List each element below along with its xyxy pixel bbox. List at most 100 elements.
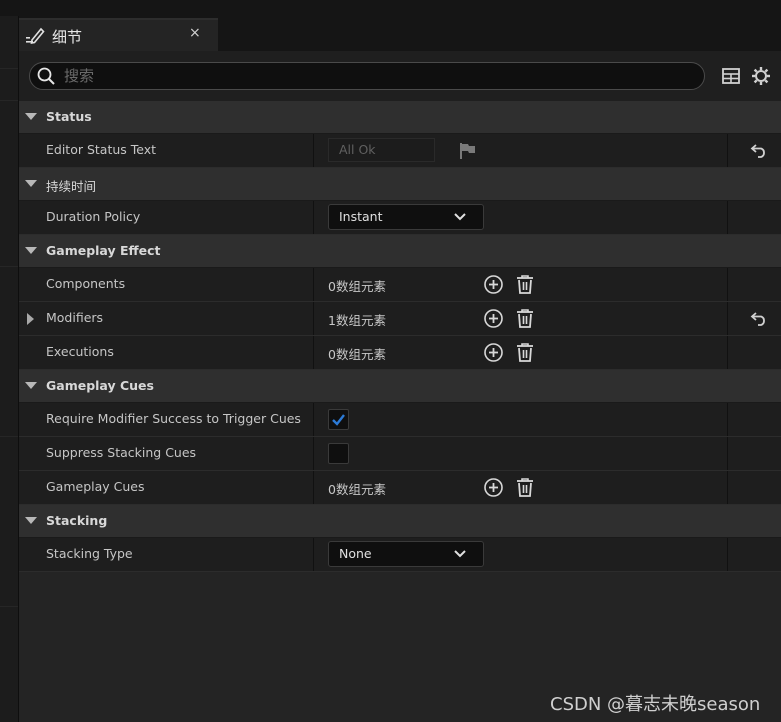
left-panel-divider (0, 266, 18, 267)
property-name-cell: Components (19, 268, 314, 301)
expand-arrow-icon[interactable] (27, 313, 34, 325)
reset-cell (728, 471, 781, 504)
category-label: Gameplay Effect (46, 243, 161, 258)
trash-icon[interactable] (515, 308, 535, 329)
details-panel: Status Editor Status Text All Ok (19, 51, 781, 722)
dropdown-value: None (339, 546, 372, 561)
property-row-editor-status: Editor Status Text All Ok (19, 134, 781, 168)
require-modifier-checkbox[interactable] (328, 409, 349, 430)
category-label: 持续时间 (46, 179, 97, 194)
checkmark-icon (332, 414, 345, 426)
dropdown-value: Instant (339, 209, 383, 224)
collapse-caret-icon[interactable] (25, 113, 37, 120)
property-name: Require Modifier Success to Trigger Cues (46, 411, 301, 426)
add-element-icon[interactable] (483, 308, 504, 329)
property-name-cell: Duration Policy (19, 201, 314, 234)
left-panel-divider (0, 100, 18, 101)
array-count: 0数组元素 (328, 482, 386, 497)
category-label: Stacking (46, 513, 108, 528)
property-name: Executions (46, 344, 114, 359)
category-gameplay-cues[interactable]: Gameplay Cues (19, 370, 781, 403)
category-label: Status (46, 109, 92, 124)
details-tab[interactable]: 细节 × (19, 18, 218, 51)
duration-policy-dropdown[interactable]: Instant (328, 204, 484, 230)
property-row-stacking-type: Stacking Type None (19, 538, 781, 572)
reset-cell (728, 336, 781, 369)
reset-cell (728, 201, 781, 234)
property-value-cell: Instant (314, 201, 728, 234)
collapse-caret-icon[interactable] (25, 247, 37, 254)
property-row-require-modifier-success: Require Modifier Success to Trigger Cues (19, 403, 781, 437)
category-label: Gameplay Cues (46, 378, 154, 393)
reset-cell (728, 134, 781, 167)
search-box[interactable] (29, 62, 705, 90)
add-element-icon[interactable] (483, 342, 504, 363)
category-status[interactable]: Status (19, 101, 781, 134)
flag-icon (460, 143, 475, 159)
property-row-executions: Executions 0数组元素 (19, 336, 781, 370)
table-view-icon[interactable] (721, 66, 741, 86)
property-name: Gameplay Cues (46, 479, 145, 494)
category-duration[interactable]: 持续时间 (19, 168, 781, 201)
left-side-panel (0, 16, 19, 722)
array-count: 1数组元素 (328, 313, 386, 328)
property-value-cell: None (314, 538, 728, 571)
close-icon[interactable]: × (189, 25, 201, 41)
property-row-suppress-stacking-cues: Suppress Stacking Cues (19, 437, 781, 471)
search-input[interactable] (64, 65, 684, 87)
property-value-cell (314, 437, 728, 470)
collapse-caret-icon[interactable] (25, 180, 37, 187)
property-value-cell: 0数组元素 (314, 336, 728, 369)
search-icon (37, 67, 55, 85)
chevron-down-icon (454, 213, 466, 221)
pencil-list-icon (26, 27, 45, 44)
add-element-icon[interactable] (483, 274, 504, 295)
reset-cell (728, 437, 781, 470)
property-name-cell: Modifiers (19, 302, 314, 335)
chevron-down-icon (454, 550, 466, 558)
property-name: Modifiers (46, 310, 104, 325)
collapse-caret-icon[interactable] (25, 382, 37, 389)
left-panel-divider (0, 436, 18, 437)
property-name: Duration Policy (46, 209, 141, 224)
property-row-components: Components 0数组元素 (19, 268, 781, 302)
reset-cell (728, 268, 781, 301)
editor-status-field: All Ok (328, 138, 435, 162)
left-panel-divider (0, 68, 18, 69)
trash-icon[interactable] (515, 477, 535, 498)
reset-cell (728, 538, 781, 571)
property-row-duration-policy: Duration Policy Instant (19, 201, 781, 235)
property-name-cell: Executions (19, 336, 314, 369)
reset-to-default-icon[interactable] (750, 142, 768, 158)
property-value-cell: 1数组元素 (314, 302, 728, 335)
left-panel-divider (0, 606, 18, 607)
watermark-text: CSDN @暮志未晚season (550, 694, 761, 715)
collapse-caret-icon[interactable] (25, 517, 37, 524)
property-value-cell: 0数组元素 (314, 471, 728, 504)
suppress-stacking-checkbox[interactable] (328, 443, 349, 464)
property-name-cell: Require Modifier Success to Trigger Cues (19, 403, 314, 436)
gear-icon[interactable] (751, 66, 771, 86)
property-name: Stacking Type (46, 546, 133, 561)
property-name: Components (46, 276, 126, 291)
category-stacking[interactable]: Stacking (19, 505, 781, 538)
stacking-type-dropdown[interactable]: None (328, 541, 484, 567)
tab-title: 细节 (52, 28, 83, 46)
array-count: 0数组元素 (328, 279, 386, 294)
property-name-cell: Stacking Type (19, 538, 314, 571)
property-value-cell: 0数组元素 (314, 268, 728, 301)
property-list: Status Editor Status Text All Ok 持续时间 Du… (19, 101, 781, 572)
property-value-cell: All Ok (314, 134, 728, 167)
top-strip (0, 0, 781, 16)
property-row-gameplay-cues: Gameplay Cues 0数组元素 (19, 471, 781, 505)
trash-icon[interactable] (515, 274, 535, 295)
trash-icon[interactable] (515, 342, 535, 363)
property-row-modifiers: Modifiers 1数组元素 (19, 302, 781, 336)
reset-to-default-icon[interactable] (750, 310, 768, 326)
reset-cell (728, 302, 781, 335)
property-name: Editor Status Text (46, 142, 157, 157)
property-value-cell (314, 403, 728, 436)
category-gameplay-effect[interactable]: Gameplay Effect (19, 235, 781, 268)
array-count: 0数组元素 (328, 347, 386, 362)
add-element-icon[interactable] (483, 477, 504, 498)
